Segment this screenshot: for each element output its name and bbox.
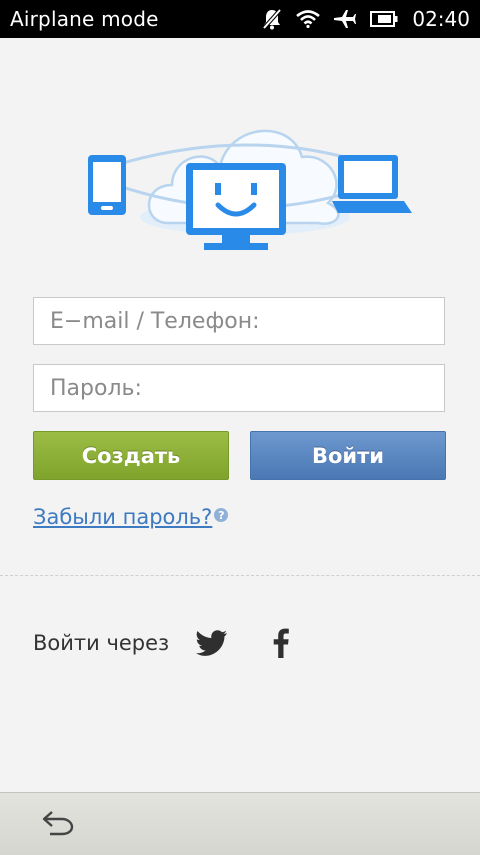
navigation-bar [0, 792, 480, 855]
airplane-icon [334, 9, 357, 29]
password-input[interactable] [33, 364, 445, 412]
notifications-muted-icon [262, 8, 282, 30]
email-phone-input[interactable] [33, 297, 445, 345]
back-icon[interactable] [40, 808, 76, 842]
status-icons: 02:40 [262, 7, 470, 31]
social-login-row: Войти через [33, 628, 290, 658]
create-account-button[interactable]: Создать [33, 431, 229, 480]
cloud-sync-devices-illustration [80, 105, 420, 255]
battery-icon [370, 11, 398, 27]
login-button[interactable]: Войти [250, 431, 446, 480]
forgot-password-row: Забыли пароль? ? [33, 505, 229, 529]
status-title: Airplane mode [10, 7, 159, 31]
help-icon[interactable]: ? [214, 508, 229, 522]
wifi-icon [296, 10, 321, 28]
status-bar: Airplane mode 02:40 [0, 0, 480, 38]
status-clock: 02:40 [412, 7, 470, 31]
twitter-icon[interactable] [196, 630, 228, 656]
divider [0, 575, 480, 576]
forgot-password-link[interactable]: Забыли пароль? [33, 505, 212, 529]
social-login-label: Войти через [33, 631, 170, 655]
facebook-icon[interactable] [273, 628, 290, 658]
